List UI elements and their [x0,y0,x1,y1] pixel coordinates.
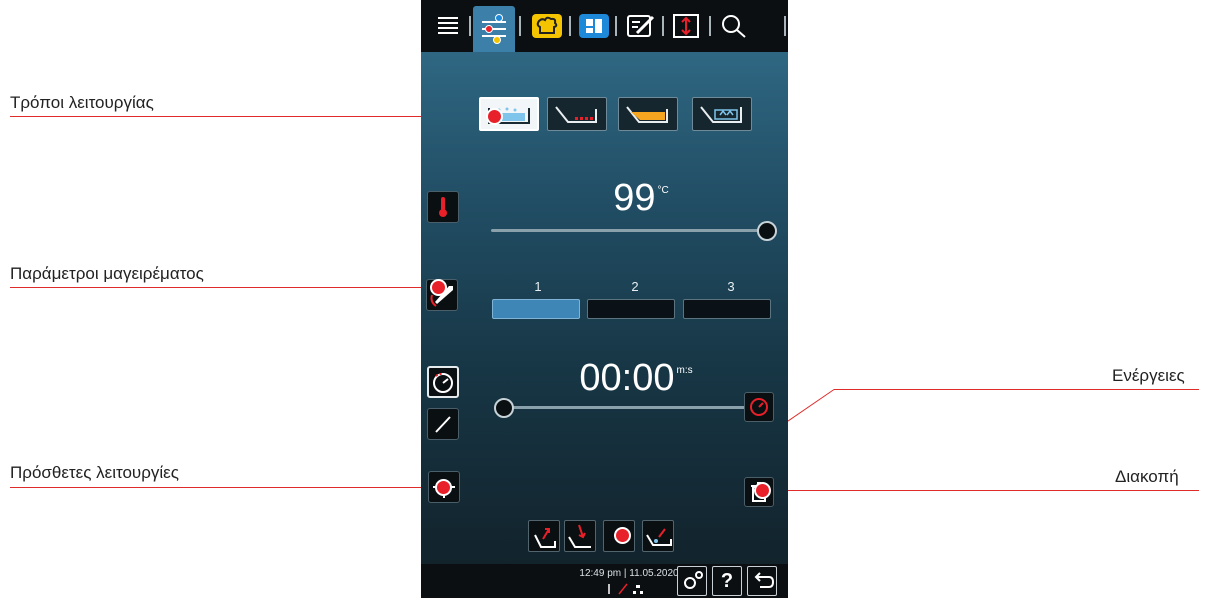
stage-label-3: 3 [727,279,735,294]
tab-separator [784,16,786,36]
back-button[interactable] [747,566,777,596]
tab-separator [569,16,571,36]
probe-icon [435,416,451,433]
stage-label-1: 1 [534,279,542,294]
programming-icon[interactable] [577,9,611,43]
callout-line-stop [764,490,1199,491]
status-time: 12:49 pm [579,568,622,579]
stage-label-2: 2 [631,279,639,294]
core-probe-button[interactable] [427,408,459,440]
temperature-button[interactable] [427,191,459,223]
callout-label-stop: Διακοπή [1115,467,1179,486]
continuous-icon [750,398,768,416]
tab-separator [469,16,471,36]
network-icon [633,585,643,594]
timer-slider-knob[interactable] [494,398,514,418]
callout-dot-params [430,279,447,296]
search-icon[interactable] [717,9,751,43]
edit-icon[interactable] [623,9,657,43]
mode-frying-button[interactable] [618,97,678,131]
back-arrow-icon [754,572,775,588]
stage-1-button[interactable] [492,299,580,319]
menu-icon[interactable] [431,9,465,43]
callout-dot-modes [486,108,503,125]
temperature-display: 99 °C [591,177,691,220]
callout-dot-actions [614,527,631,544]
tab-separator [709,16,711,36]
temperature-slider-knob[interactable] [757,221,777,241]
stage-3-button[interactable] [683,299,771,319]
mode-pressure-button[interactable] [692,97,752,131]
callout-dot-extra [435,479,452,496]
lower-basket-icon [568,524,591,548]
expand-icon[interactable] [669,9,703,43]
network-disconnected-icon [618,583,628,595]
continuous-operation-button[interactable] [744,392,774,422]
action-fill-water-button[interactable] [642,520,674,552]
stage-2-button[interactable] [587,299,675,319]
timer-unit: m:s [676,365,693,376]
temperature-slider-track[interactable] [491,229,763,232]
status-date: 11.05.2020 [629,568,679,579]
timer-icon [433,372,453,393]
status-separator: | [623,568,627,579]
help-button[interactable]: ? [712,566,742,596]
timer-display: 00:00 m:s [561,357,711,400]
temperature-unit: °C [657,185,669,196]
timer-slider-track[interactable] [501,406,751,409]
tab-manual-cooking[interactable] [473,6,515,52]
action-lower-basket-button[interactable] [564,520,596,552]
manual-cooking-icon [482,14,506,44]
device-screen: 99 °C 1 2 3 00:00 m:s 12:49 pm | 11.05.2… [421,0,788,598]
chef-hat-icon[interactable] [530,9,564,43]
mode-bottom-heat-button[interactable] [547,97,607,131]
timer-button[interactable] [427,366,459,398]
action-lift-basket-button[interactable] [528,520,560,552]
tab-separator [615,16,617,36]
fill-water-icon [646,528,672,546]
tab-separator [519,16,521,36]
tab-separator [662,16,664,36]
tab-bar [421,0,788,52]
thermometer-icon [439,197,447,217]
timer-value: 00:00 [579,357,675,399]
temperature-value: 99 [613,177,656,219]
gear-icon [684,571,703,589]
settings-button[interactable] [677,566,707,596]
lift-basket-icon [534,528,556,548]
callout-dot-stop [754,482,771,499]
status-icons [603,582,663,596]
